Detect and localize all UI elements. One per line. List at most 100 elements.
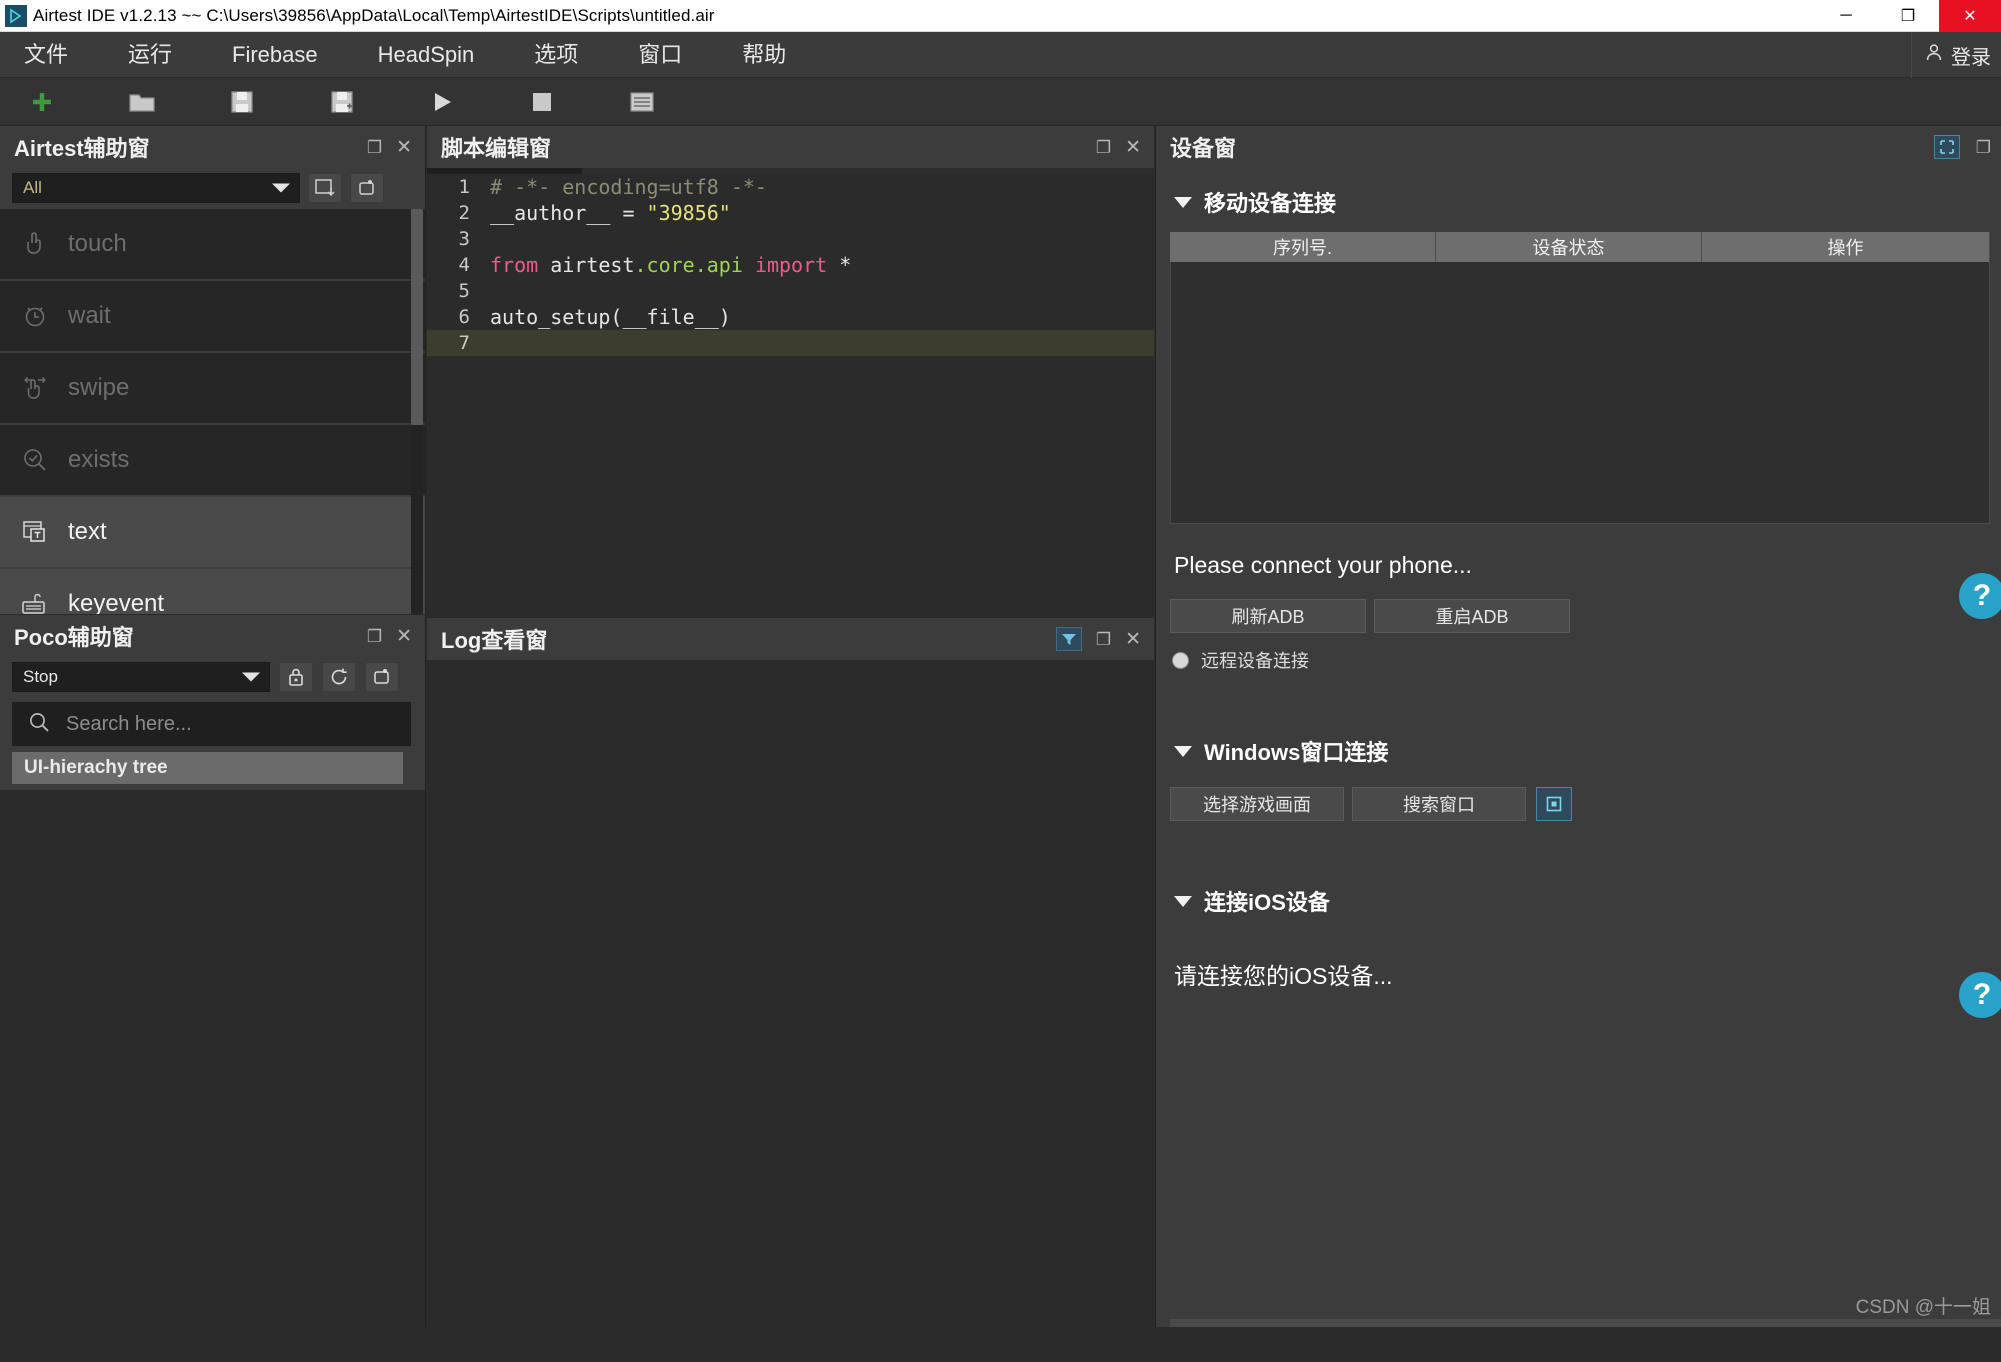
poco-refresh-button[interactable]	[322, 662, 356, 692]
code-editor[interactable]: 1 # -*- encoding=utf8 -*- 2 __author__ =…	[427, 174, 1154, 616]
float-icon[interactable]: ❐	[1096, 631, 1111, 648]
airtest-assistant-panel: Airtest辅助窗 ❐ ✕ All touch wait swipe exis…	[0, 126, 426, 641]
poco-tree-body	[0, 790, 425, 1362]
user-avatar-icon	[1924, 42, 1944, 68]
log-panel-controls: ❐ ✕	[1055, 627, 1154, 651]
airtest-action-label: swipe	[68, 374, 130, 401]
stop-button[interactable]	[512, 79, 572, 125]
code-line: 3	[427, 226, 1154, 252]
new-script-button[interactable]	[12, 79, 72, 125]
code-token: __author__ =	[490, 201, 647, 225]
login-button[interactable]: 登录	[1911, 32, 2001, 78]
menu-run[interactable]: 运行	[98, 32, 202, 78]
workspace: Airtest辅助窗 ❐ ✕ All touch wait swipe exis…	[0, 126, 2001, 1362]
line-number: 4	[458, 254, 470, 276]
log-content-area	[427, 660, 1154, 1327]
airtest-filter-select[interactable]: All	[12, 173, 300, 203]
window-target-icon[interactable]	[1536, 787, 1572, 821]
airtest-action-exists[interactable]: exists	[0, 425, 425, 497]
search-window-button[interactable]: 搜索窗口	[1352, 787, 1526, 821]
code-token: .core.api	[634, 253, 755, 277]
device-capture-icon[interactable]	[1933, 135, 1960, 159]
poco-mode-select[interactable]: Stop	[12, 662, 270, 692]
open-script-button[interactable]	[112, 79, 172, 125]
menu-firebase[interactable]: Firebase	[202, 32, 348, 78]
code-token: "39856"	[646, 201, 731, 225]
poco-panel-title: Poco辅助窗	[14, 625, 134, 650]
help-button-ios[interactable]: ?	[1959, 972, 2001, 1018]
poco-mode-value: Stop	[23, 667, 58, 686]
log-panel-header: Log查看窗 ❐ ✕	[427, 618, 1154, 660]
hand-touch-icon	[20, 229, 50, 259]
log-panel-title: Log查看窗	[441, 628, 548, 653]
line-number: 7	[458, 332, 470, 354]
hand-swipe-icon	[20, 373, 50, 403]
column-header-serial: 序列号.	[1170, 232, 1436, 262]
poco-search-input[interactable]	[66, 712, 366, 736]
device-float-icon[interactable]: ❐	[1976, 139, 1991, 156]
airtest-panel-controls: ❐ ✕	[367, 138, 425, 157]
main-toolbar	[0, 78, 2001, 126]
poco-record-button[interactable]	[365, 662, 399, 692]
poco-search-box[interactable]	[12, 702, 411, 746]
run-button[interactable]	[412, 79, 472, 125]
menu-file[interactable]: 文件	[0, 32, 98, 78]
device-panel: 设备窗 ❐ 移动设备连接 序列号. 设备状态 操作 Please connect…	[1155, 126, 2001, 1327]
close-icon[interactable]: ✕	[396, 627, 412, 646]
line-number: 1	[458, 176, 470, 198]
menu-headspin[interactable]: HeadSpin	[348, 32, 505, 78]
refresh-adb-button[interactable]: 刷新ADB	[1170, 599, 1366, 633]
magnifier-check-icon	[20, 445, 50, 475]
close-icon[interactable]: ✕	[1125, 630, 1141, 649]
radio-button-icon[interactable]	[1172, 651, 1189, 669]
report-button[interactable]	[612, 79, 672, 125]
watermark-text: CSDN @十一姐	[1855, 1297, 1991, 1318]
help-button-mobile[interactable]: ?	[1959, 573, 2001, 619]
select-game-screen-button[interactable]: 选择游戏画面	[1170, 787, 1344, 821]
snapshot-button[interactable]	[308, 173, 342, 203]
airtest-action-swipe[interactable]: swipe	[0, 353, 425, 425]
restart-adb-button[interactable]: 重启ADB	[1374, 599, 1570, 633]
code-token: from	[490, 253, 551, 277]
airtest-list-scrollbar-thumb[interactable]	[411, 209, 423, 425]
code-line: 2 __author__ = "39856"	[427, 200, 1154, 226]
airtest-action-list: touch wait swipe exists text keyevent	[0, 209, 425, 641]
save-button[interactable]	[212, 79, 272, 125]
airtest-panel-header: Airtest辅助窗 ❐ ✕	[0, 126, 425, 168]
text-window-icon	[20, 517, 50, 547]
maximize-button[interactable]: ❐	[1877, 0, 1939, 32]
mobile-section-title[interactable]: 移动设备连接	[1156, 168, 2001, 228]
log-viewer-panel: Log查看窗 ❐ ✕	[427, 617, 1154, 1327]
code-line: 1 # -*- encoding=utf8 -*-	[427, 174, 1154, 200]
funnel-filter-icon[interactable]	[1055, 627, 1082, 651]
ios-section-title[interactable]: 连接iOS设备	[1156, 821, 2001, 927]
float-icon[interactable]: ❐	[367, 628, 382, 645]
code-token: # -*- encoding=utf8 -*-	[490, 175, 767, 199]
window-controls: ─ ❐ ✕	[1815, 0, 2001, 32]
menu-help[interactable]: 帮助	[712, 32, 816, 78]
menu-options[interactable]: 选项	[504, 32, 608, 78]
poco-lock-button[interactable]	[279, 662, 313, 692]
tree-root-item[interactable]: UI-hierachy tree	[12, 752, 403, 784]
record-button[interactable]	[350, 173, 384, 203]
code-token: airtest	[550, 253, 635, 277]
remote-device-option[interactable]: 远程设备连接	[1172, 647, 2001, 673]
minimize-button[interactable]: ─	[1815, 0, 1877, 32]
menu-window[interactable]: 窗口	[608, 32, 712, 78]
windows-button-row: 选择游戏画面 搜索窗口	[1170, 787, 2001, 821]
float-icon[interactable]: ❐	[1096, 139, 1111, 156]
window-titlebar: Airtest IDE v1.2.13 ~~ C:\Users\39856\Ap…	[0, 0, 2001, 32]
save-as-button[interactable]	[312, 79, 372, 125]
close-icon[interactable]: ✕	[396, 138, 412, 157]
windows-section-title[interactable]: Windows窗口连接	[1156, 673, 2001, 777]
airtest-action-touch[interactable]: touch	[0, 209, 425, 281]
close-button[interactable]: ✕	[1939, 0, 2001, 32]
code-line: 6 auto_setup(__file__)	[427, 304, 1154, 330]
float-icon[interactable]: ❐	[367, 139, 382, 156]
airtest-action-wait[interactable]: wait	[0, 281, 425, 353]
poco-assistant-panel: Poco辅助窗 ❐ ✕ Stop Search here... UI-hiera…	[0, 614, 426, 1362]
triangle-down-icon	[1174, 745, 1192, 757]
left-dock-column: Airtest辅助窗 ❐ ✕ All touch wait swipe exis…	[0, 126, 426, 1362]
airtest-action-text[interactable]: text	[0, 497, 425, 569]
close-icon[interactable]: ✕	[1125, 138, 1141, 157]
